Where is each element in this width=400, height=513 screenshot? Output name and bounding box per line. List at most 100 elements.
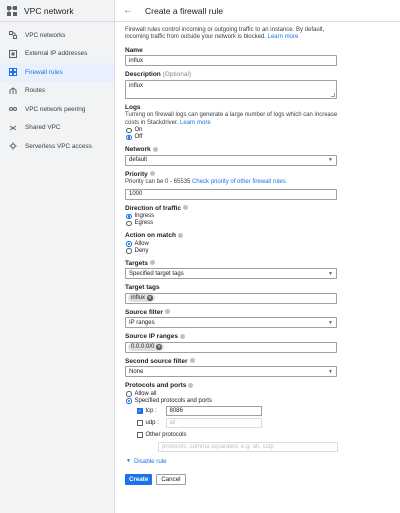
target-tags-field[interactable]: influx ✕ (125, 292, 337, 304)
targets-label: Targets (125, 260, 343, 267)
tcp-checkbox[interactable]: ✓ (137, 408, 143, 414)
shared-vpc-icon (8, 123, 17, 132)
firewall-form: Firewall rules control incoming or outgo… (125, 27, 343, 485)
sidebar-item-routes[interactable]: Routes (0, 82, 114, 101)
other-protocols-checkbox[interactable] (137, 432, 143, 438)
remove-chip-icon[interactable]: ✕ (156, 344, 162, 350)
top-bar: ← Create a firewall rule (115, 0, 400, 22)
help-icon[interactable] (182, 205, 188, 211)
help-icon[interactable] (150, 260, 155, 266)
sidebar-item-firewall-rules[interactable]: Firewall rules (0, 63, 114, 82)
second-source-select[interactable]: None ▼ (125, 366, 337, 378)
sidebar-item-label: External IP addresses (25, 50, 88, 58)
priority-input[interactable]: 1000 (125, 188, 337, 200)
udp-checkbox[interactable] (137, 420, 143, 426)
protocols-label: Protocols and ports (125, 382, 343, 389)
name-input[interactable]: influx (125, 55, 337, 67)
priority-range-text: Priority can be 0 - 65535 (125, 179, 191, 186)
other-protocols-input[interactable]: protocols, comma separated, e.g. ah, sct… (158, 441, 338, 452)
help-icon[interactable] (188, 382, 194, 388)
logs-description: Turning on firewall logs can generate a … (125, 112, 338, 126)
help-icon[interactable] (149, 171, 155, 177)
targets-value: Specified target tags (129, 270, 184, 277)
create-button[interactable]: Create (125, 473, 153, 485)
tcp-row: ✓ tcp : 8086 (137, 406, 343, 417)
tcp-ports-value: 8086 (169, 408, 183, 415)
sidebar-item-serverless-vpc[interactable]: Serverless VPC access (0, 137, 114, 156)
network-select[interactable]: default ▼ (125, 154, 337, 166)
radio-on-icon (126, 134, 132, 141)
sidebar-item-shared-vpc[interactable]: Shared VPC (0, 119, 114, 138)
second-source-label: Second source filter (125, 358, 343, 365)
action-label: Action on match (125, 232, 343, 239)
target-tag-chip: influx ✕ (128, 294, 155, 303)
dropdown-caret-icon: ▼ (328, 368, 333, 375)
allow-all-radio[interactable]: Allow all (125, 391, 343, 398)
priority-value: 1000 (129, 191, 143, 198)
udp-ports-input[interactable]: all (165, 418, 262, 429)
network-value: default (129, 157, 148, 164)
sidebar-item-external-ip[interactable]: External IP addresses (0, 45, 114, 64)
egress-radio[interactable]: Egress (125, 220, 343, 227)
deny-radio[interactable]: Deny (125, 248, 343, 255)
vpc-network-logo-icon (6, 5, 18, 17)
check-priority-link[interactable]: Check priority of other firewall rules (192, 179, 286, 185)
source-ip-label: Source IP ranges (125, 333, 343, 340)
chevron-down-icon: ▼ (126, 458, 131, 465)
source-ip-field[interactable]: 0.0.0.0/0 ✕ (125, 341, 337, 353)
help-icon[interactable] (177, 232, 183, 238)
ingress-label: Ingress (134, 213, 155, 220)
help-icon[interactable] (189, 358, 195, 364)
radio-on-icon (126, 213, 132, 220)
serverless-icon (8, 142, 17, 151)
logs-learn-more-link[interactable]: Learn more (180, 120, 211, 126)
back-arrow-icon[interactable]: ← (123, 5, 133, 16)
source-ip-chip: 0.0.0.0/0 ✕ (128, 343, 164, 352)
cancel-button[interactable]: Cancel (156, 473, 186, 485)
radio-on-icon (126, 241, 132, 247)
chip-label: influx (131, 295, 146, 302)
radio-off-icon (126, 220, 132, 227)
routes-icon (8, 86, 17, 95)
source-filter-select[interactable]: IP ranges ▼ (125, 317, 337, 329)
allow-radio[interactable]: Allow (125, 241, 343, 248)
udp-label: udp : (145, 420, 159, 427)
dropdown-caret-icon: ▼ (328, 270, 333, 277)
specified-protocols-radio[interactable]: Specified protocols and ports (125, 398, 343, 405)
udp-ports-placeholder: all (169, 420, 176, 427)
disable-rule-toggle[interactable]: ▼ Disable rule (126, 458, 343, 465)
help-icon[interactable] (180, 333, 185, 339)
description-value: influx (129, 82, 144, 89)
radio-off-icon (126, 127, 132, 134)
sidebar-item-label: VPC network peering (25, 105, 86, 113)
help-icon[interactable] (164, 309, 170, 315)
sidebar-item-vpc-peering[interactable]: VPC network peering (0, 100, 114, 119)
logs-on-radio[interactable]: On (125, 127, 343, 134)
logs-on-label: On (134, 127, 143, 134)
form-buttons: Create Cancel (125, 473, 343, 485)
targets-select[interactable]: Specified target tags ▼ (125, 268, 337, 280)
priority-label-text: Priority (125, 170, 148, 178)
logs-off-radio[interactable]: Off (125, 134, 343, 141)
protocols-label-text: Protocols and ports (125, 382, 187, 390)
logs-label: Logs (125, 103, 141, 111)
sidebar-item-vpc-networks[interactable]: VPC networks (0, 26, 114, 45)
allow-all-label: Allow all (134, 390, 157, 397)
second-source-label-text: Second source filter (125, 357, 188, 365)
sidebar-header: VPC network (0, 0, 114, 22)
help-icon[interactable] (152, 146, 158, 152)
other-protocols-placeholder: protocols, comma separated, e.g. ah, sct… (162, 443, 274, 450)
sidebar: VPC network VPC networks External IP add… (0, 0, 115, 513)
ingress-radio[interactable]: Ingress (125, 213, 343, 220)
remove-chip-icon[interactable]: ✕ (147, 295, 153, 301)
network-label-text: Network (125, 146, 151, 154)
intro-learn-more-link[interactable]: Learn more (268, 34, 299, 40)
description-textarea[interactable]: influx (125, 79, 337, 99)
logs-off-label: Off (134, 134, 143, 141)
udp-row: udp : all (137, 418, 343, 429)
sidebar-nav: VPC networks External IP addresses Firew… (0, 22, 114, 156)
egress-label: Egress (134, 220, 154, 227)
ip-icon (8, 49, 17, 58)
tcp-ports-input[interactable]: 8086 (165, 406, 262, 417)
resize-handle-icon[interactable] (331, 92, 335, 97)
